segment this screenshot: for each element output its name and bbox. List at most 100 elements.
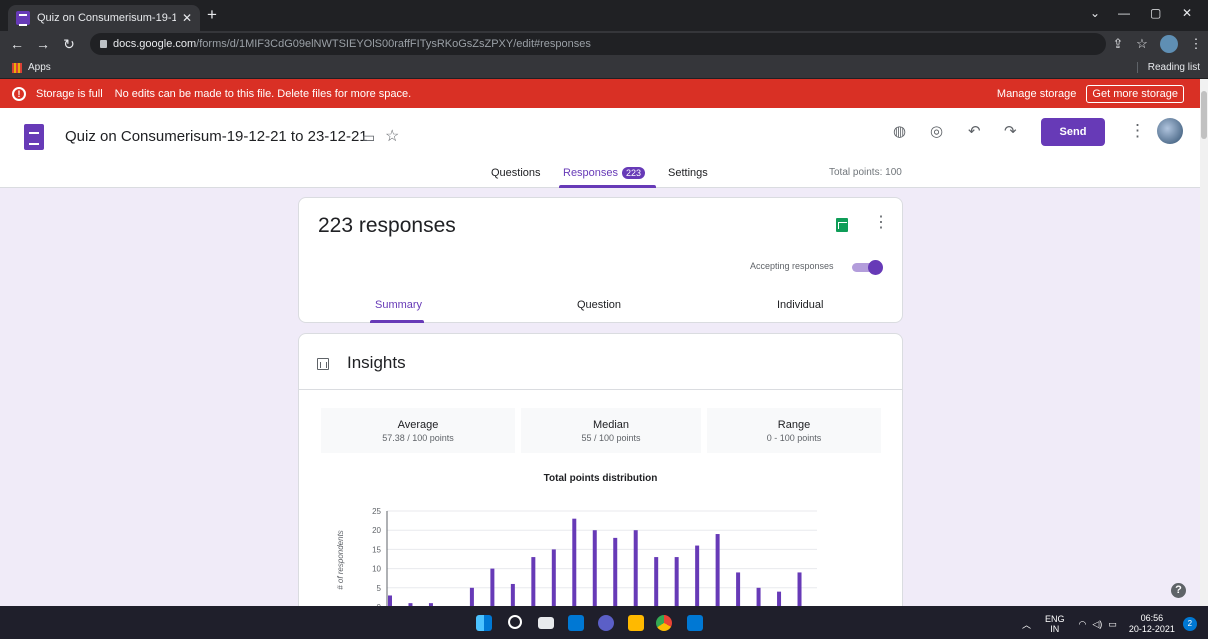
tab-responses-label: Responses xyxy=(563,167,619,179)
tab-search-icon[interactable]: ⌄ xyxy=(1090,6,1100,20)
subtab-question[interactable]: Question xyxy=(577,299,621,311)
stat-range: Range 0 - 100 points xyxy=(707,408,881,453)
new-tab-button[interactable]: + xyxy=(207,5,217,25)
share-icon[interactable]: ⇪ xyxy=(1106,36,1130,52)
browser-menu-icon[interactable]: ⋮ xyxy=(1184,36,1208,52)
y-tick-label: 20 xyxy=(372,526,381,535)
move-to-folder-icon[interactable]: ▭ xyxy=(362,129,375,146)
form-title[interactable]: Quiz on Consumerisum-19-12-21 to 23-12-2… xyxy=(65,128,368,145)
star-icon[interactable]: ☆ xyxy=(385,126,399,146)
bar xyxy=(551,549,556,607)
profile-avatar[interactable] xyxy=(1160,35,1178,53)
url-domain: docs.google.com xyxy=(113,38,197,50)
bar xyxy=(756,587,761,607)
help-icon[interactable]: ? xyxy=(1171,583,1186,598)
forms-favicon-icon xyxy=(16,11,30,26)
address-bar-row: ← → ↻ docs.google.com /forms/d/1MIF3CdG0… xyxy=(0,31,1208,57)
more-options-icon[interactable]: ⋮ xyxy=(1129,121,1146,141)
file-explorer-icon[interactable] xyxy=(628,615,644,631)
region-code: IN xyxy=(1050,624,1060,634)
bar xyxy=(469,587,474,607)
browser-tab[interactable]: Quiz on Consumerisum-19-12-21 ✕ xyxy=(8,5,200,31)
subtab-individual[interactable]: Individual xyxy=(777,299,823,311)
browser-tab-bar: Quiz on Consumerisum-19-12-21 ✕ + ⌄ — ▢ … xyxy=(0,0,1208,31)
accepting-responses-toggle[interactable] xyxy=(852,260,883,275)
y-tick-label: 10 xyxy=(372,565,381,574)
back-icon[interactable]: ← xyxy=(8,36,26,52)
toggle-knob xyxy=(868,260,883,275)
chat-icon[interactable] xyxy=(598,615,614,631)
tab-questions[interactable]: Questions xyxy=(491,167,541,179)
apps-label: Apps xyxy=(28,62,51,73)
bar xyxy=(592,530,597,607)
get-more-storage-button[interactable]: Get more storage xyxy=(1086,84,1184,103)
y-tick-label: 15 xyxy=(372,545,381,554)
tab-title: Quiz on Consumerisum-19-12-21 xyxy=(37,12,176,24)
url-field[interactable]: docs.google.com /forms/d/1MIF3CdG09elNWT… xyxy=(90,33,1106,55)
chart-title: Total points distribution xyxy=(543,473,658,484)
close-window-icon[interactable]: ✕ xyxy=(1182,6,1192,20)
battery-icon[interactable]: ▭ xyxy=(1108,619,1117,630)
bar xyxy=(654,557,659,607)
redo-icon[interactable]: ↷ xyxy=(1004,122,1017,140)
y-tick-label: 5 xyxy=(377,584,382,593)
y-axis-label: # of respondents xyxy=(336,530,345,590)
send-button[interactable]: Send xyxy=(1041,118,1105,146)
lang-code: ENG xyxy=(1045,614,1065,624)
start-icon[interactable] xyxy=(476,615,492,631)
minimize-icon[interactable]: — xyxy=(1118,6,1130,20)
bookmarks-bar: Apps Reading list xyxy=(0,57,1208,79)
tray-overflow-icon[interactable]: ︿ xyxy=(1022,618,1031,631)
apps-grid-icon xyxy=(12,62,22,73)
manage-storage-link[interactable]: Manage storage xyxy=(997,88,1077,100)
maximize-icon[interactable]: ▢ xyxy=(1150,6,1161,20)
clock[interactable]: 06:56 20-12-2021 xyxy=(1129,613,1175,635)
bar xyxy=(531,557,536,607)
palette-icon[interactable]: ◍ xyxy=(893,122,906,140)
forms-header: Quiz on Consumerisum-19-12-21 to 23-12-2… xyxy=(0,108,1200,188)
bar xyxy=(695,545,700,607)
page-scrollbar[interactable] xyxy=(1200,79,1208,606)
responses-card: 223 responses ⋮ Accepting responses Summ… xyxy=(298,197,903,323)
reload-icon[interactable]: ↻ xyxy=(60,36,78,53)
chrome-icon[interactable] xyxy=(656,615,672,631)
bar xyxy=(777,591,782,607)
bar xyxy=(674,557,679,607)
bookmark-star-icon[interactable]: ☆ xyxy=(1130,36,1154,52)
tab-responses[interactable]: Responses 223 xyxy=(563,167,646,179)
bar xyxy=(490,568,495,607)
responses-more-icon[interactable]: ⋮ xyxy=(873,212,889,232)
stat-value: 0 - 100 points xyxy=(766,433,822,443)
lock-icon xyxy=(100,40,107,48)
notifications-badge[interactable]: 2 xyxy=(1182,617,1197,631)
widgets-icon[interactable] xyxy=(568,615,584,631)
close-tab-icon[interactable]: ✕ xyxy=(182,11,192,25)
mail-icon[interactable] xyxy=(687,615,703,631)
total-points-label: Total points: 100 xyxy=(829,167,902,178)
undo-icon[interactable]: ↶ xyxy=(968,122,981,140)
bar xyxy=(715,534,720,607)
scrollbar-thumb[interactable] xyxy=(1201,91,1207,139)
forward-icon[interactable]: → xyxy=(34,36,52,52)
stat-value: 55 / 100 points xyxy=(581,433,641,443)
account-avatar[interactable] xyxy=(1157,118,1183,144)
wifi-icon[interactable]: ◠ xyxy=(1079,619,1087,630)
search-icon[interactable] xyxy=(508,615,522,629)
volume-icon[interactable]: ◁) xyxy=(1092,619,1102,630)
storage-full-banner: ! Storage is full No edits can be made t… xyxy=(0,79,1200,108)
reading-list-button[interactable]: Reading list xyxy=(1136,62,1200,73)
google-forms-icon[interactable] xyxy=(24,124,44,150)
sheets-icon[interactable] xyxy=(836,218,848,232)
preview-eye-icon[interactable]: ◎ xyxy=(930,122,943,140)
insights-chart-icon xyxy=(317,358,329,370)
banner-message: No edits can be made to this file. Delet… xyxy=(114,87,412,100)
active-tab-indicator xyxy=(559,185,656,188)
task-view-icon[interactable] xyxy=(538,617,554,629)
tab-settings[interactable]: Settings xyxy=(668,167,708,179)
apps-shortcut[interactable]: Apps xyxy=(12,62,51,73)
active-subtab-indicator xyxy=(370,320,424,323)
subtab-summary[interactable]: Summary xyxy=(375,299,422,311)
stat-label: Range xyxy=(777,419,811,431)
language-indicator[interactable]: ENG IN xyxy=(1045,614,1065,634)
stat-average: Average 57.38 / 100 points xyxy=(321,408,515,453)
